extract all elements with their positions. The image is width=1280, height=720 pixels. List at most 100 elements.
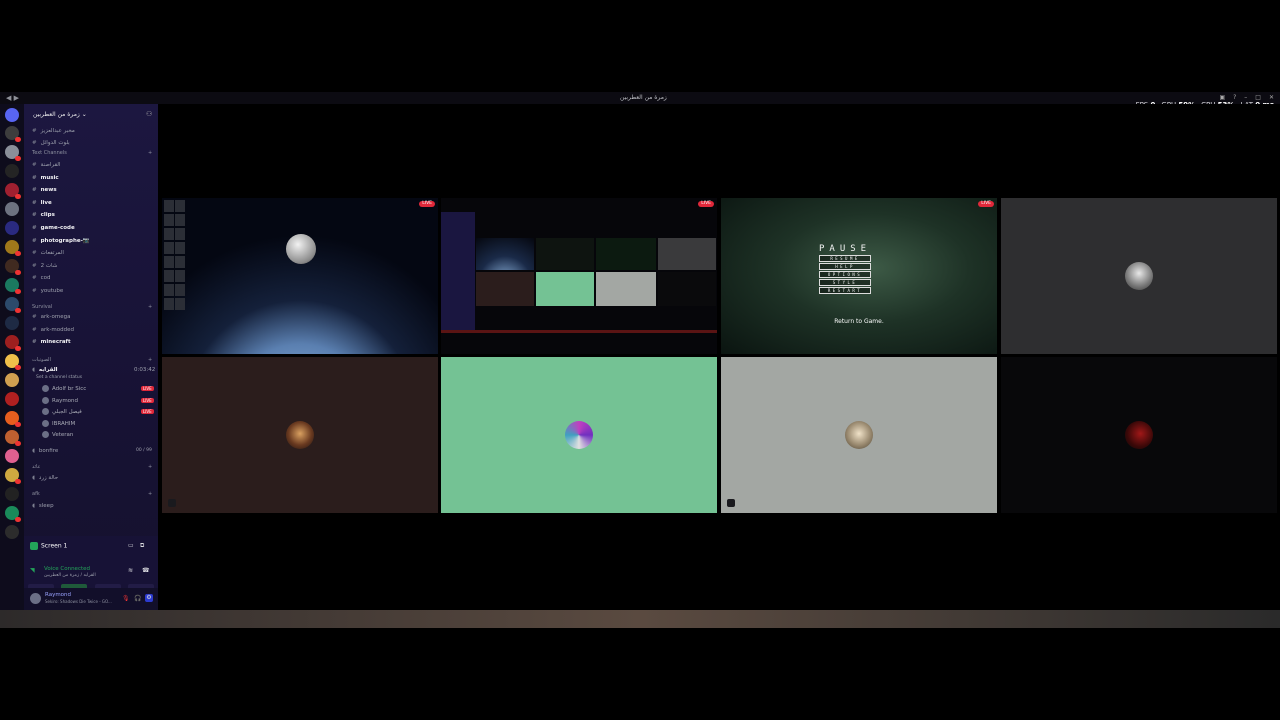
fullscreen-icon[interactable]: ⧉	[140, 542, 144, 550]
menu-restart[interactable]: RESTART	[819, 287, 872, 294]
voice-user[interactable]: Veteran	[42, 430, 73, 440]
gear-icon[interactable]: ⚙	[145, 594, 153, 602]
voice-user-name: Veteran	[52, 432, 74, 439]
server-icon[interactable]	[5, 392, 19, 406]
channel-item[interactable]: # cod	[32, 273, 154, 283]
nested-tile	[658, 238, 716, 270]
channel-item[interactable]: # clips	[32, 210, 154, 220]
add-channel-icon[interactable]: +	[148, 491, 152, 497]
server-icon[interactable]	[5, 525, 19, 539]
stream-tile[interactable]: LIVE	[441, 198, 717, 354]
server-icon[interactable]	[5, 506, 21, 522]
channel-item[interactable]: # ark-modded	[32, 325, 154, 335]
mute-icon[interactable]: 🎙	[122, 595, 130, 602]
server-icon[interactable]	[5, 468, 21, 484]
server-icon[interactable]	[5, 221, 19, 235]
server-icon[interactable]	[5, 354, 21, 370]
voice-user[interactable]: IBRAHIM	[42, 419, 75, 429]
server-icon[interactable]	[5, 335, 21, 351]
server-icon[interactable]	[5, 297, 21, 313]
speaker-icon: ◖	[32, 367, 35, 373]
server-icon[interactable]	[5, 316, 19, 330]
stream-preview-title[interactable]: Screen 1	[30, 542, 67, 550]
avatar	[42, 419, 49, 427]
server-icon[interactable]	[5, 449, 19, 463]
category-other[interactable]: عائد +	[32, 464, 152, 470]
deafen-icon[interactable]: 🎧	[134, 595, 141, 602]
voice-user[interactable]: فيصل الجبلي LIVE	[42, 407, 154, 417]
channel-item[interactable]: # news	[32, 185, 154, 195]
category-text-channels[interactable]: Text Channels +	[32, 150, 152, 156]
inbox-icon[interactable]: ▣	[1219, 94, 1225, 101]
participant-tile[interactable]	[162, 357, 438, 513]
channel-item[interactable]: # بلوت الدوائل	[32, 138, 154, 148]
category-survival[interactable]: Survival +	[32, 304, 152, 310]
menu-options[interactable]: OPTIONS	[819, 271, 872, 278]
add-channel-icon[interactable]: +	[148, 357, 152, 363]
add-channel-icon[interactable]: +	[148, 150, 152, 156]
server-icon[interactable]	[5, 259, 21, 275]
channel-item[interactable]: # game-code	[32, 223, 154, 233]
home-icon[interactable]	[5, 108, 19, 122]
server-icon[interactable]	[5, 373, 19, 387]
window-controls[interactable]: ▣ ? – □ ✕	[1219, 94, 1274, 101]
disconnect-icon[interactable]: ☎	[142, 567, 149, 574]
channel-item[interactable]: # ark-omega	[32, 312, 154, 322]
participant-tile[interactable]	[441, 357, 717, 513]
server-name[interactable]: زمرة من العطربين ⌄	[33, 111, 87, 118]
channel-item[interactable]: # live	[32, 198, 154, 208]
server-icon[interactable]	[5, 430, 21, 446]
channel-item[interactable]: # القراصنة	[32, 160, 154, 170]
back-arrow-icon[interactable]: ◀ ▶	[6, 94, 19, 102]
username[interactable]: Raymond	[45, 592, 71, 598]
user-panel: Raymond Sekiro: Shadows Die Twice - GO..…	[24, 588, 158, 610]
server-icon[interactable]	[5, 145, 21, 161]
popout-icon[interactable]: ▭	[128, 542, 134, 549]
participant-tile[interactable]	[721, 357, 997, 513]
server-icon[interactable]	[5, 183, 21, 199]
channel-item[interactable]: # مخبر عبدالعزيز	[32, 126, 154, 136]
server-icon[interactable]	[5, 411, 21, 427]
stream-tile[interactable]: LIVE	[162, 198, 438, 354]
return-to-game[interactable]: Return to Game.	[721, 318, 997, 325]
channel-item[interactable]: # شات 2	[32, 261, 154, 271]
participant-tile[interactable]	[1001, 198, 1277, 354]
channel-item[interactable]: # photographe-📷	[32, 236, 154, 246]
channel-status[interactable]: Set a channel status	[36, 373, 158, 383]
noise-icon[interactable]: ≋	[128, 567, 133, 574]
voice-user-name: فيصل الجبلي	[52, 409, 82, 416]
add-channel-icon[interactable]: +	[148, 464, 152, 470]
help-icon[interactable]: ?	[1233, 94, 1236, 101]
voice-connected[interactable]: Voice Connected	[44, 566, 90, 572]
add-member-icon[interactable]: ⚇	[146, 110, 152, 118]
voice-channel[interactable]: ◖ حالة زرد	[32, 473, 154, 483]
server-icon[interactable]	[5, 126, 21, 142]
nested-tile	[596, 272, 656, 306]
server-icon[interactable]	[5, 164, 19, 178]
server-icon[interactable]	[5, 487, 19, 501]
channel-item[interactable]: # music	[32, 173, 154, 183]
category-voice[interactable]: الصوتيات +	[32, 357, 152, 363]
maximize-icon[interactable]: □	[1255, 94, 1261, 101]
minimize-icon[interactable]: –	[1244, 94, 1247, 101]
voice-user[interactable]: Raymond LIVE	[42, 396, 154, 406]
channel-item[interactable]: # youtube	[32, 286, 154, 296]
avatar[interactable]	[30, 593, 41, 604]
close-icon[interactable]: ✕	[1269, 94, 1274, 101]
participant-tile[interactable]	[1001, 357, 1277, 513]
voice-channel[interactable]: ◖ sleep	[32, 501, 154, 511]
server-icon[interactable]	[5, 240, 21, 256]
server-icon[interactable]	[5, 202, 19, 216]
add-channel-icon[interactable]: +	[148, 304, 152, 310]
voice-channel[interactable]: ◖ bonfire 00 / 99	[32, 446, 154, 456]
voice-user[interactable]: Adolf br Sicc LIVE	[42, 384, 154, 394]
nested-tile	[658, 272, 716, 306]
menu-help[interactable]: HELP	[819, 263, 872, 270]
channel-item[interactable]: # minecraft	[32, 337, 154, 347]
menu-resume[interactable]: RESUME	[819, 255, 872, 262]
menu-style[interactable]: STYLE	[819, 279, 872, 286]
category-afk[interactable]: afk +	[32, 491, 152, 497]
channel-item[interactable]: # المرتفعات	[32, 248, 154, 258]
stream-tile[interactable]: PAUSE RESUME HELP OPTIONS STYLE RESTART …	[721, 198, 997, 354]
server-icon[interactable]	[5, 278, 21, 294]
